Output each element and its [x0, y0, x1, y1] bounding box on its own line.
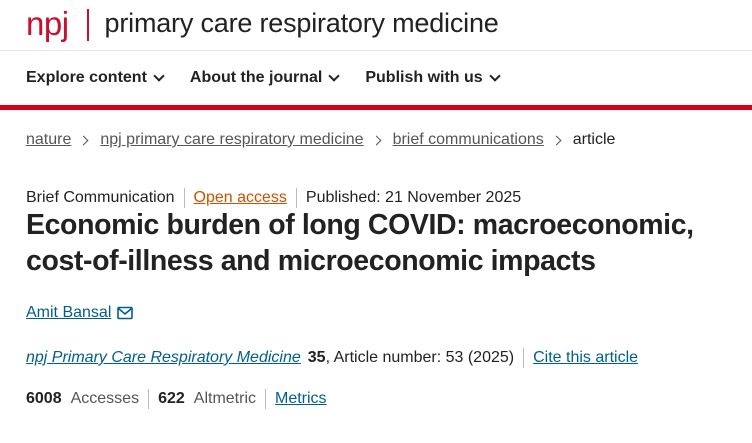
author-list: Amit Bansal: [26, 304, 134, 322]
npj-logo[interactable]: npj: [26, 7, 69, 40]
article-title: Economic burden of long COVID: macroecon…: [26, 209, 694, 277]
article-meta: Brief Communication Open access Publishe…: [26, 188, 521, 208]
breadcrumb-journal[interactable]: npj primary care respiratory medicine: [100, 131, 363, 149]
article-metrics: 6008 Accesses 622 Altmetric Metrics: [26, 389, 327, 409]
metrics-divider: [148, 389, 150, 409]
cite-this-article-link[interactable]: Cite this article: [533, 349, 638, 367]
chevron-right-icon: [371, 135, 382, 145]
chevron-down-icon: [328, 70, 341, 82]
site-header: npj primary care respiratory medicine: [0, 0, 752, 51]
volume-number: 35: [307, 349, 326, 366]
accesses-count: 6008: [26, 390, 62, 407]
nav-explore-content[interactable]: Explore content: [26, 69, 165, 87]
metrics-link[interactable]: Metrics: [275, 390, 327, 408]
article-type: Brief Communication: [26, 189, 175, 206]
accesses-label: Accesses: [70, 390, 140, 407]
nav-about-journal[interactable]: About the journal: [189, 69, 341, 87]
main-nav: Explore content About the journal Publis…: [0, 51, 752, 110]
nav-label: About the journal: [189, 69, 323, 86]
published-date: Published: 21 November 2025: [305, 189, 522, 206]
citation-line: npj Primary Care Respiratory Medicine 35…: [26, 348, 638, 368]
breadcrumb: nature npj primary care respiratory medi…: [26, 131, 615, 149]
chevron-right-icon: [551, 135, 562, 145]
altmetric-label: Altmetric: [193, 390, 256, 407]
logo-divider: [86, 9, 89, 41]
citation-divider: [523, 348, 525, 368]
journal-link[interactable]: npj Primary Care Respiratory Medicine: [26, 349, 301, 367]
breadcrumb-brief-communications[interactable]: brief communications: [393, 131, 544, 149]
article-number: , Article number: 53 (2025): [325, 349, 515, 366]
chevron-right-icon: [78, 135, 89, 145]
breadcrumb-current: article: [572, 131, 616, 148]
journal-title[interactable]: primary care respiratory medicine: [105, 9, 499, 37]
meta-divider: [183, 188, 185, 208]
open-access-link[interactable]: Open access: [194, 189, 287, 207]
chevron-down-icon: [153, 70, 165, 82]
nav-publish-with-us[interactable]: Publish with us: [365, 69, 501, 87]
nav-label: Explore content: [26, 69, 147, 86]
envelope-icon[interactable]: [117, 306, 134, 320]
altmetric-score: 622: [158, 390, 185, 407]
author-link[interactable]: Amit Bansal: [26, 304, 111, 322]
nav-label: Publish with us: [365, 69, 483, 86]
chevron-down-icon: [489, 70, 501, 82]
metrics-divider: [265, 389, 266, 409]
breadcrumb-nature[interactable]: nature: [26, 131, 71, 149]
meta-divider: [295, 188, 297, 208]
